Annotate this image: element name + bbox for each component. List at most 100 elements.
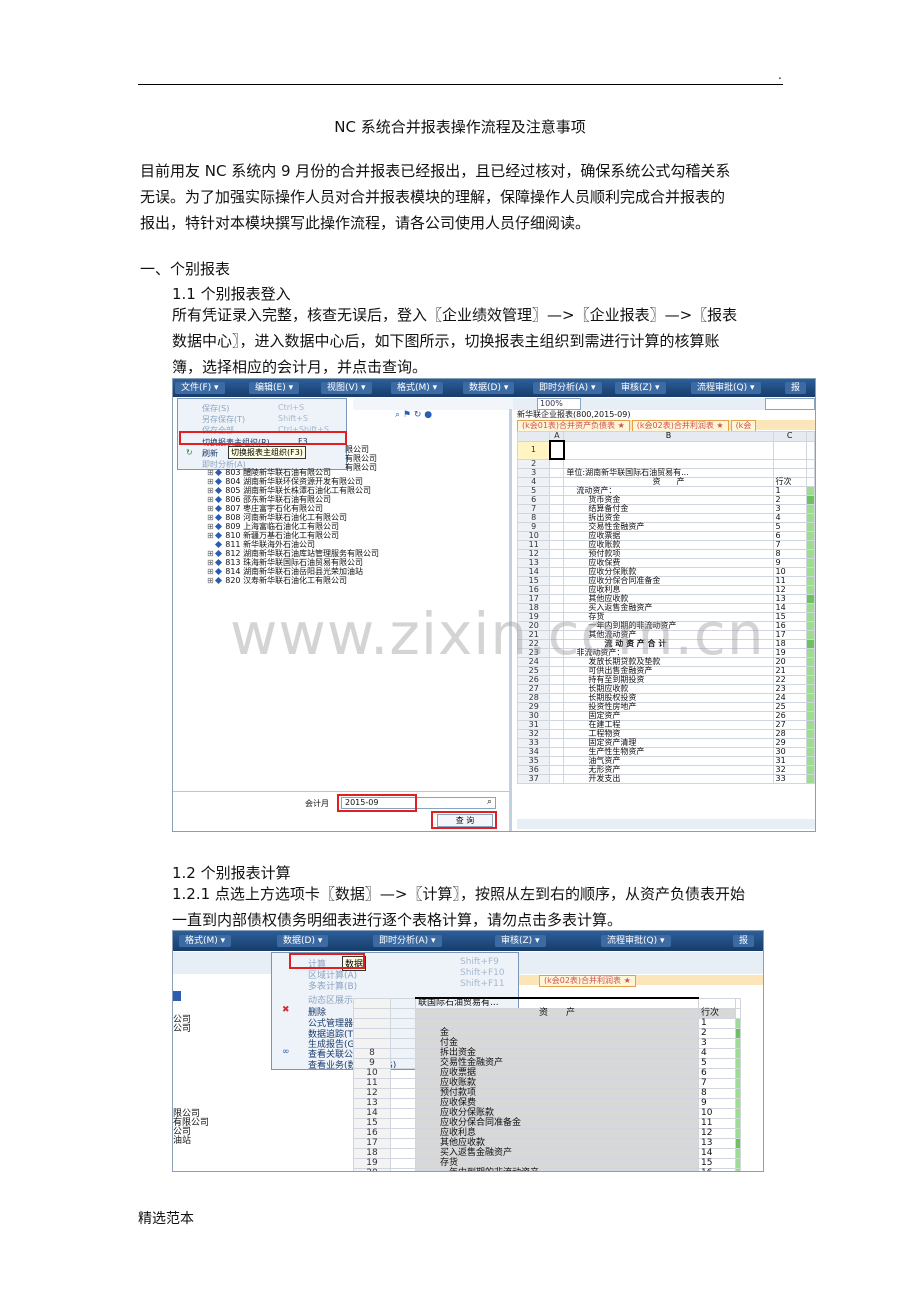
- line-number-cell[interactable]: 9: [698, 1098, 736, 1109]
- value-cell[interactable]: [805, 558, 815, 568]
- line-number-cell[interactable]: 2: [698, 1028, 736, 1039]
- grid-cell[interactable]: [549, 495, 565, 505]
- line-number-cell[interactable]: 10: [698, 1108, 736, 1119]
- header-cell[interactable]: 资 产: [415, 1008, 699, 1019]
- grid-cell[interactable]: [563, 440, 774, 460]
- menu-item-multi-calc[interactable]: 多表计算(B): [308, 979, 357, 992]
- value-cell[interactable]: [805, 657, 815, 667]
- grid-cell[interactable]: [390, 1128, 416, 1139]
- value-cell[interactable]: [805, 621, 815, 631]
- value-cell[interactable]: [805, 756, 815, 766]
- value-cell[interactable]: [735, 1088, 741, 1099]
- value-cell[interactable]: [805, 675, 815, 685]
- value-cell[interactable]: [735, 1098, 741, 1109]
- grid-cell[interactable]: [549, 504, 565, 514]
- tree-item[interactable]: ⊞ 820 汉寿新华联石油化工有限公司: [207, 576, 347, 586]
- menu-analysis[interactable]: 即时分析(A) ▾: [373, 935, 442, 947]
- item-cell[interactable]: 预付款项: [415, 1088, 699, 1099]
- value-cell[interactable]: [805, 729, 815, 739]
- line-number-cell[interactable]: 6: [698, 1068, 736, 1079]
- value-cell[interactable]: [805, 540, 815, 550]
- search-icon[interactable]: ⌕: [395, 410, 400, 420]
- line-number-cell[interactable]: 8: [698, 1088, 736, 1099]
- grid-cell[interactable]: [549, 486, 565, 496]
- filter-icon[interactable]: ⚑: [403, 410, 411, 420]
- grid-cell[interactable]: [390, 1098, 416, 1109]
- item-cell[interactable]: 其他应收款: [415, 1138, 699, 1149]
- grid-cell[interactable]: [805, 468, 815, 478]
- line-number-cell[interactable]: 16: [698, 1168, 736, 1171]
- value-cell[interactable]: [805, 630, 815, 640]
- grid-cell[interactable]: [772, 458, 807, 469]
- search-icon[interactable]: ⌕: [487, 797, 492, 807]
- value-cell[interactable]: [735, 1068, 741, 1079]
- item-cell[interactable]: [415, 1018, 699, 1029]
- grid-cell[interactable]: [390, 1138, 416, 1149]
- item-cell[interactable]: 交易性金融资产: [415, 1058, 699, 1069]
- column-header[interactable]: B: [563, 431, 774, 442]
- grid-cell[interactable]: [549, 468, 565, 478]
- item-cell[interactable]: 应收分保账款: [415, 1108, 699, 1119]
- grid-cell[interactable]: [390, 1018, 416, 1029]
- value-cell[interactable]: [805, 720, 815, 730]
- grid-cell[interactable]: [390, 1028, 416, 1039]
- value-cell[interactable]: [805, 603, 815, 613]
- grid-cell[interactable]: [549, 531, 565, 541]
- grid-cell[interactable]: [772, 440, 807, 460]
- grid-cell[interactable]: [549, 774, 565, 784]
- value-cell[interactable]: [735, 1168, 741, 1171]
- menu-format[interactable]: 格式(M) ▾: [179, 935, 232, 947]
- menu-format[interactable]: 格式(M) ▾: [391, 382, 444, 394]
- tab-income-statement[interactable]: (k会02表)合并利润表 ★: [539, 975, 636, 987]
- line-number-cell[interactable]: 12: [698, 1128, 736, 1139]
- grid-cell[interactable]: [805, 477, 815, 487]
- line-number-cell[interactable]: 4: [698, 1048, 736, 1059]
- grid-cell[interactable]: [549, 458, 565, 469]
- menu-data[interactable]: 数据(D) ▾: [463, 382, 515, 394]
- grid-cell[interactable]: [549, 693, 565, 703]
- grid-cell[interactable]: [805, 440, 815, 460]
- grid-cell[interactable]: [549, 549, 565, 559]
- value-cell[interactable]: [805, 702, 815, 712]
- grid-cell[interactable]: [390, 1078, 416, 1089]
- item-cell[interactable]: 付金: [415, 1038, 699, 1049]
- value-cell[interactable]: [735, 1108, 741, 1119]
- menu-item-save-as[interactable]: 另存保存(T): [202, 414, 245, 425]
- grid-cell[interactable]: [390, 1008, 416, 1019]
- horizontal-scrollbar[interactable]: [517, 819, 815, 829]
- grid-cell[interactable]: [549, 585, 565, 595]
- grid-cell[interactable]: [390, 1108, 416, 1119]
- line-number-cell[interactable]: 14: [698, 1148, 736, 1159]
- value-cell[interactable]: [735, 1118, 741, 1129]
- grid-cell[interactable]: [805, 458, 815, 469]
- unit-cell[interactable]: 联国际石油贸易有...: [415, 997, 699, 1009]
- column-header[interactable]: C: [772, 431, 807, 442]
- grid-cell[interactable]: [549, 567, 565, 577]
- item-cell[interactable]: 应收利息: [415, 1128, 699, 1139]
- menu-item-refresh[interactable]: 刷新: [202, 448, 218, 459]
- line-number-cell[interactable]: 3: [698, 1038, 736, 1049]
- menu-report[interactable]: 报: [733, 935, 755, 947]
- value-cell[interactable]: [805, 612, 815, 622]
- grid-cell[interactable]: [549, 540, 565, 550]
- line-number-cell[interactable]: 33: [772, 774, 807, 784]
- header-cell[interactable]: 行次: [698, 1008, 736, 1019]
- grid-cell[interactable]: [390, 997, 416, 1009]
- grid-cell[interactable]: [390, 1168, 416, 1171]
- value-cell[interactable]: [805, 765, 815, 775]
- grid-cell[interactable]: [549, 675, 565, 685]
- value-cell[interactable]: [735, 1158, 741, 1169]
- menu-file[interactable]: 文件(F) ▾: [175, 382, 225, 394]
- grid-cell[interactable]: [549, 684, 565, 694]
- value-cell[interactable]: [735, 1048, 741, 1059]
- grid-cell[interactable]: [390, 1158, 416, 1169]
- item-cell[interactable]: 买入返售金融资产: [415, 1148, 699, 1159]
- grid-cell[interactable]: [390, 1038, 416, 1049]
- value-cell[interactable]: [805, 639, 815, 649]
- grid-cell[interactable]: [549, 702, 565, 712]
- value-cell[interactable]: [805, 684, 815, 694]
- column-header[interactable]: A: [549, 431, 565, 442]
- item-cell[interactable]: 存货: [415, 1158, 699, 1169]
- value-cell[interactable]: [805, 531, 815, 541]
- menu-approval[interactable]: 流程审批(Q) ▾: [691, 382, 761, 394]
